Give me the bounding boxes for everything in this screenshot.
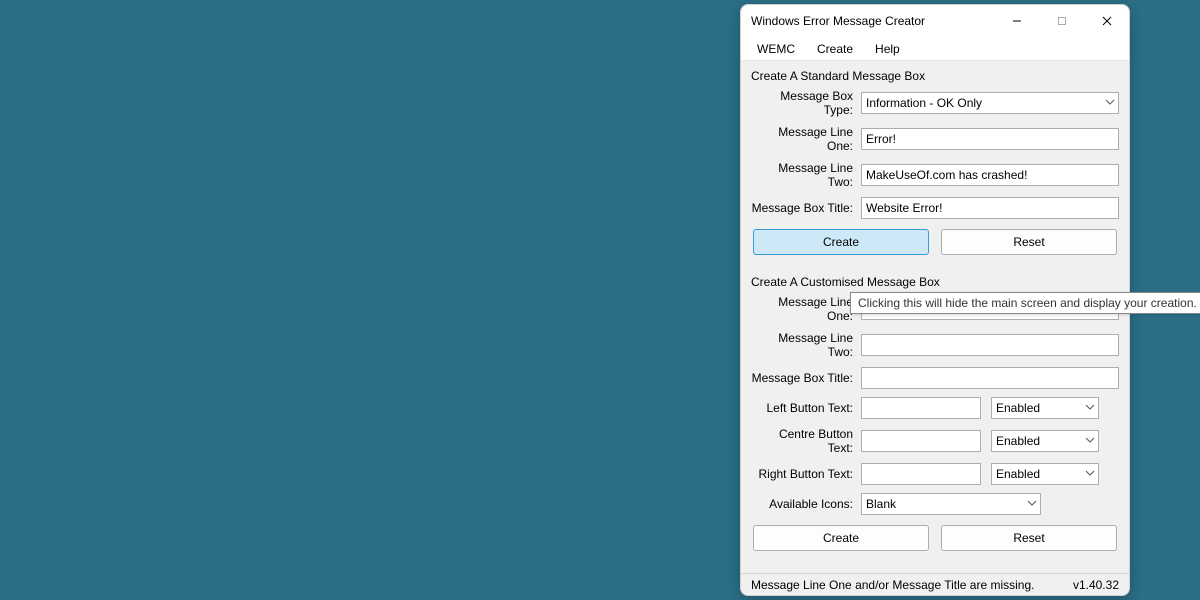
status-message: Message Line One and/or Message Title ar… bbox=[751, 578, 1073, 592]
type-label: Message Box Type: bbox=[751, 89, 861, 117]
titlebar: Windows Error Message Creator bbox=[741, 5, 1129, 37]
custom-title-input[interactable] bbox=[861, 367, 1119, 389]
line2-label: Message Line Two: bbox=[751, 161, 861, 189]
centre-button-state-select[interactable]: Enabled bbox=[991, 430, 1099, 452]
message-box-type-select[interactable]: Information - OK Only bbox=[861, 92, 1119, 114]
standard-group-title: Create A Standard Message Box bbox=[751, 65, 1119, 89]
menu-wemc[interactable]: WEMC bbox=[747, 40, 805, 58]
minimize-button[interactable] bbox=[994, 5, 1039, 37]
centre-button-text-input[interactable] bbox=[861, 430, 981, 452]
line1-label: Message Line One: bbox=[751, 125, 861, 153]
left-button-state-select[interactable]: Enabled bbox=[991, 397, 1099, 419]
window-title: Windows Error Message Creator bbox=[751, 14, 994, 28]
content: Create A Standard Message Box Message Bo… bbox=[741, 61, 1129, 573]
custom-group: Create A Customised Message Box Message … bbox=[751, 271, 1119, 559]
left-button-label: Left Button Text: bbox=[751, 401, 861, 415]
window-controls bbox=[994, 5, 1129, 37]
maximize-button[interactable] bbox=[1039, 5, 1084, 37]
standard-line2-input[interactable] bbox=[861, 164, 1119, 186]
standard-reset-button[interactable]: Reset bbox=[941, 229, 1117, 255]
custom-create-button[interactable]: Create bbox=[753, 525, 929, 551]
centre-button-label: Centre Button Text: bbox=[751, 427, 861, 455]
right-button-text-input[interactable] bbox=[861, 463, 981, 485]
statusbar: Message Line One and/or Message Title ar… bbox=[741, 573, 1129, 595]
available-icons-label: Available Icons: bbox=[751, 497, 861, 511]
custom-line2-input[interactable] bbox=[861, 334, 1119, 356]
tooltip: Clicking this will hide the main screen … bbox=[850, 292, 1200, 314]
menubar: WEMC Create Help bbox=[741, 37, 1129, 61]
menu-create[interactable]: Create bbox=[807, 40, 863, 58]
boxtitle-label: Message Box Title: bbox=[751, 201, 861, 215]
custom-line2-label: Message Line Two: bbox=[751, 331, 861, 359]
right-button-label: Right Button Text: bbox=[751, 467, 861, 481]
close-button[interactable] bbox=[1084, 5, 1129, 37]
standard-group: Create A Standard Message Box Message Bo… bbox=[751, 65, 1119, 263]
menu-help[interactable]: Help bbox=[865, 40, 910, 58]
version-label: v1.40.32 bbox=[1073, 578, 1119, 592]
standard-create-button[interactable]: Create bbox=[753, 229, 929, 255]
standard-line1-input[interactable] bbox=[861, 128, 1119, 150]
custom-reset-button[interactable]: Reset bbox=[941, 525, 1117, 551]
right-button-state-select[interactable]: Enabled bbox=[991, 463, 1099, 485]
standard-title-input[interactable] bbox=[861, 197, 1119, 219]
custom-line1-label: Message Line One: bbox=[751, 295, 861, 323]
custom-title-label: Message Box Title: bbox=[751, 371, 861, 385]
left-button-text-input[interactable] bbox=[861, 397, 981, 419]
available-icons-select[interactable]: Blank bbox=[861, 493, 1041, 515]
